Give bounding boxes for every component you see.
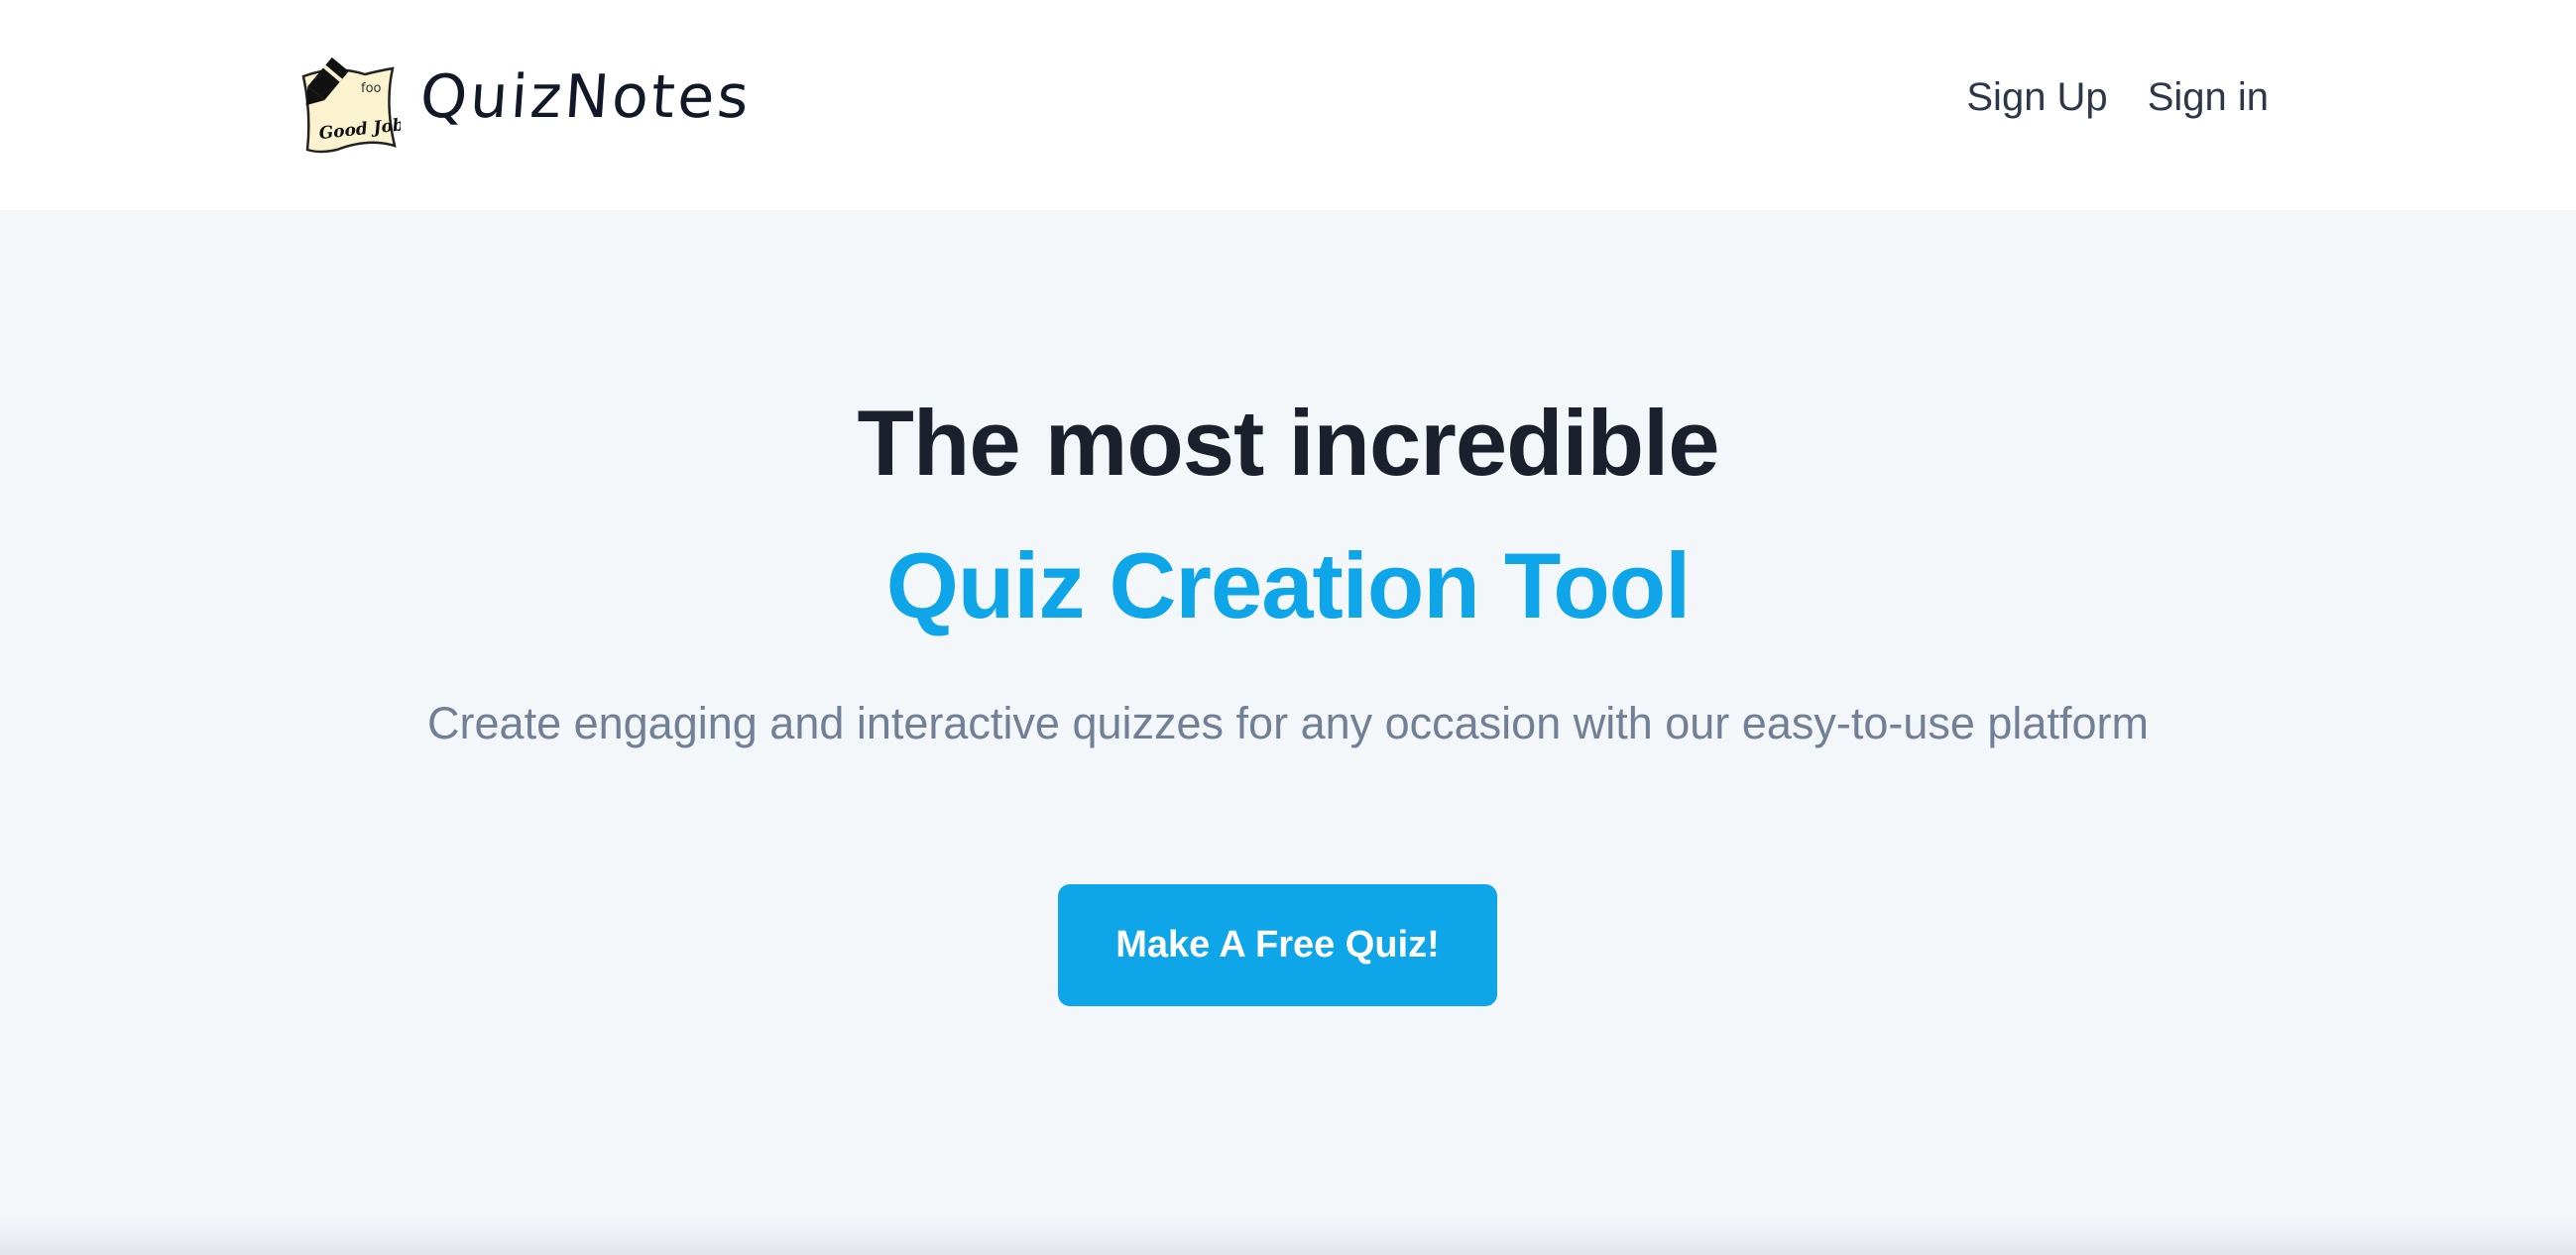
brand-link[interactable]: foo Good Job! QuizNotes (290, 55, 755, 154)
auth-nav: Sign Up Sign in (1966, 75, 2269, 120)
hero-title: The most incredible (857, 391, 1720, 495)
quiznotes-logo: foo Good Job! (290, 55, 401, 154)
bottom-edge-shade (0, 1215, 2576, 1255)
hero-subtitle: Create engaging and interactive quizzes … (427, 698, 2149, 748)
svg-text:foo: foo (361, 81, 382, 96)
sign-in-link[interactable]: Sign in (2148, 75, 2269, 120)
hero-highlight: Quiz Creation Tool (885, 533, 1692, 637)
quiznotes-logo-graphic: foo Good Job! (301, 57, 401, 154)
brand-name: QuizNotes (417, 62, 755, 132)
top-navbar: foo Good Job! QuizNotes Sign Up Sign in (0, 0, 2576, 210)
sign-up-link[interactable]: Sign Up (1966, 75, 2107, 120)
make-free-quiz-button[interactable]: Make A Free Quiz! (1058, 884, 1497, 1006)
